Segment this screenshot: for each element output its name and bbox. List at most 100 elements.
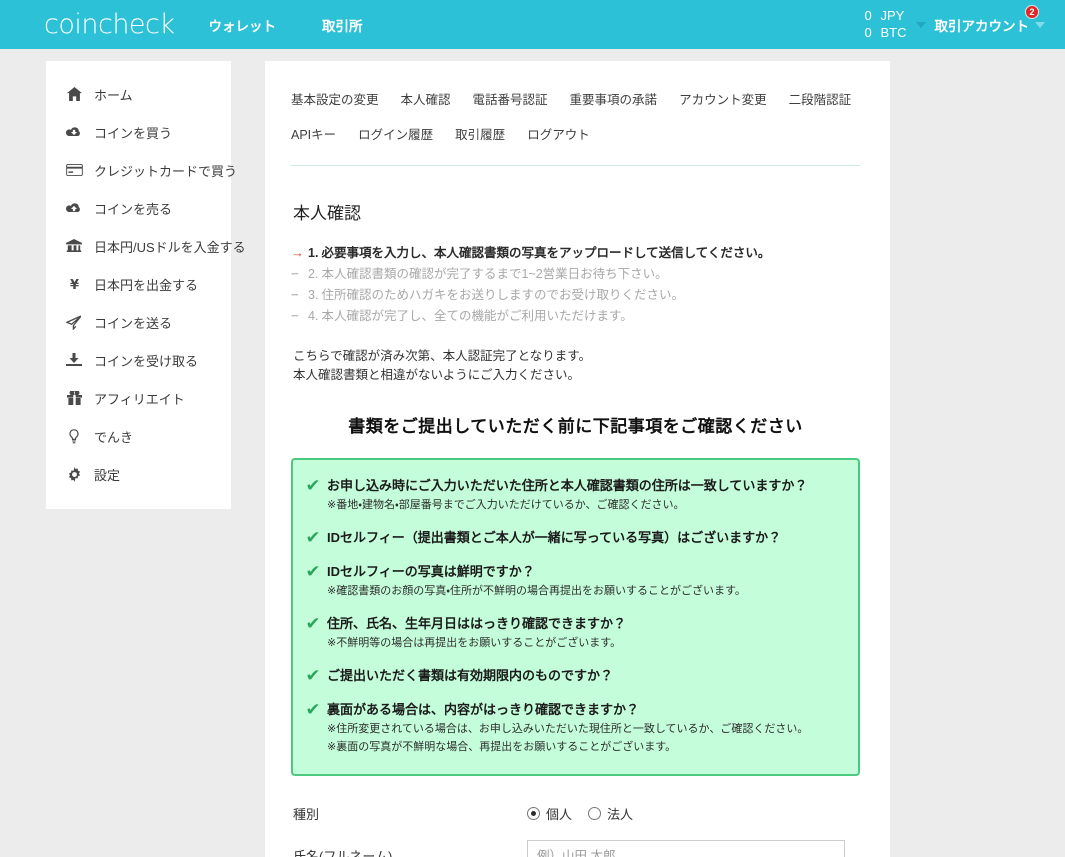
bank-icon xyxy=(63,239,85,253)
sidebar-label-buy-coin: コインを買う xyxy=(94,125,173,141)
nav-link-wallet[interactable]: ウォレット xyxy=(209,15,277,35)
step-number-1: 1. xyxy=(308,246,319,260)
step-item-1: → 1. 必要事項を入力し、本人確認書類の写真をアップロードして送信してください… xyxy=(291,243,864,263)
tab-account-change[interactable]: アカウント変更 xyxy=(679,89,767,108)
sidebar-item-affiliate[interactable]: アフィリエイト xyxy=(46,379,231,417)
tab-two-factor-auth[interactable]: 二段階認証 xyxy=(789,89,852,108)
tab-basic-settings[interactable]: 基本設定の変更 xyxy=(291,89,379,108)
checklist-item: ✔ 住所、氏名、生年月日ははっきり確認できますか？ ※不鮮明等の場合は再提出をお… xyxy=(303,614,844,652)
form-row-type: 種別 個人 法人 xyxy=(287,804,864,823)
sidebar-item-buy-coin[interactable]: コインを買う xyxy=(46,113,231,151)
fullname-input[interactable] xyxy=(527,840,845,857)
step-text-1: 必要事項を入力し、本人確認書類の写真をアップロードして送信してください。 xyxy=(321,246,771,260)
tab-trade-history[interactable]: 取引履歴 xyxy=(455,124,505,143)
paper-plane-icon xyxy=(63,314,85,330)
sidebar: ホーム コインを買う クレジットカードで買う コインを売る 日本円/USドルを入 xyxy=(46,61,246,509)
check-icon: ✔ xyxy=(305,700,321,719)
sidebar-item-receive-coin[interactable]: コインを受け取る xyxy=(46,341,231,379)
sidebar-label-deposit: 日本円/USドルを入金する xyxy=(94,239,246,255)
tab-login-history[interactable]: ログイン履歴 xyxy=(358,124,433,143)
check-icon: ✔ xyxy=(305,666,321,685)
sidebar-item-home[interactable]: ホーム xyxy=(46,75,231,113)
tab-api-key[interactable]: APIキー xyxy=(291,124,336,143)
radio-label-corporate: 法人 xyxy=(607,807,634,822)
step-item-4: − 4. 本人確認が完了し、全ての機能がご利用いただけます。 xyxy=(291,306,864,326)
home-icon xyxy=(63,87,85,101)
nav-link-exchange[interactable]: 取引所 xyxy=(322,15,363,35)
lead-line-1: こちらで確認が済み次第、本人認証完了となります。 xyxy=(293,349,592,363)
check-icon: ✔ xyxy=(305,614,321,633)
notification-badge[interactable]: 2 xyxy=(1025,4,1039,19)
check-icon: ✔ xyxy=(305,562,321,581)
radio-dot-corporate[interactable] xyxy=(588,807,602,820)
top-bar-right: 0 JPY 0 BTC 取引アカウント 2 xyxy=(865,4,1052,41)
account-menu[interactable]: 取引アカウント 2 xyxy=(935,4,1045,35)
sidebar-label-settings: 設定 xyxy=(94,467,121,483)
step-item-2: − 2. 本人確認書類の確認が完了するまで1~2営業日お待ち下さい。 xyxy=(291,264,864,284)
step-text-2: 本人確認書類の確認が完了するまで1~2営業日お待ち下さい。 xyxy=(321,267,668,281)
account-chevron-down-icon[interactable] xyxy=(1035,21,1045,28)
sidebar-label-home: ホーム xyxy=(94,87,133,103)
sidebar-item-deposit[interactable]: 日本円/USドルを入金する xyxy=(46,227,246,265)
sidebar-item-send-coin[interactable]: コインを送る xyxy=(46,303,231,341)
form-row-fullname: 氏名(フルネーム) xyxy=(287,840,864,857)
balance-amount-btc: 0 xyxy=(864,24,872,40)
radio-dot-individual[interactable] xyxy=(527,807,540,820)
cloud-upload-icon xyxy=(63,202,85,215)
page-layout: ホーム コインを買う クレジットカードで買う コインを売る 日本円/USドルを入 xyxy=(0,49,1065,857)
cloud-download-icon xyxy=(63,126,85,139)
checklist-item-title: 住所、氏名、生年月日ははっきり確認できますか？ xyxy=(327,616,627,631)
credit-card-icon xyxy=(63,164,85,176)
sidebar-item-sell-coin[interactable]: コインを売る xyxy=(46,189,231,227)
coincheck-logo[interactable]: coincheck xyxy=(44,11,175,38)
sidebar-label-sell-coin: コインを売る xyxy=(94,201,173,217)
checklist-item: ✔ IDセルフィーの写真は鮮明ですか？ ※確認書類のお顔の写真・住所が不鮮明の場… xyxy=(303,562,844,600)
tab-phone-verification[interactable]: 電話番号認証 xyxy=(473,89,548,108)
checklist-item-body: 住所、氏名、生年月日ははっきり確認できますか？ ※不鮮明等の場合は再提出をお願い… xyxy=(327,614,844,652)
checklist-item-note: ※確認書類のお顔の写真・住所が不鮮明の場合再提出をお願いすることがございます。 xyxy=(327,585,746,597)
type-radio-group: 個人 法人 xyxy=(527,804,633,823)
step-text-4: 本人確認が完了し、全ての機能がご利用いただけます。 xyxy=(321,309,633,323)
step-arrow-icon: → xyxy=(291,245,304,260)
check-icon: ✔ xyxy=(305,528,321,547)
form-label-type: 種別 xyxy=(293,807,320,822)
sidebar-item-settings[interactable]: 設定 xyxy=(46,455,231,493)
gift-icon xyxy=(63,391,85,405)
sidebar-label-receive-coin: コインを受け取る xyxy=(94,353,199,369)
radio-option-corporate[interactable]: 法人 xyxy=(588,804,633,823)
balance-row-jpy: 0 JPY xyxy=(865,8,907,24)
top-navigation-bar: coincheck ウォレット 取引所 0 JPY 0 BTC 取引アカウント 2 xyxy=(0,0,1065,49)
tab-important-matters[interactable]: 重要事項の承諾 xyxy=(570,89,658,108)
checklist-item: ✔ IDセルフィー（提出書類とご本人が一緒に写っている写真）はございますか？ xyxy=(303,528,844,548)
checklist-item-title: 裏面がある場合は、内容がはっきり確認できますか？ xyxy=(327,702,640,717)
tab-identity-verification[interactable]: 本人確認 xyxy=(401,89,451,108)
checklist-item-note: ※不鮮明等の場合は再提出をお願いすることがございます。 xyxy=(327,637,622,649)
sidebar-item-denki[interactable]: でんき xyxy=(46,417,231,455)
checklist-item: ✔ お申し込み時にご入力いただいた住所と本人確認書類の住所は一致していますか？ … xyxy=(303,476,844,514)
checklist-item-body: ご提出いただく書類は有効期限内のものですか？ xyxy=(327,666,844,686)
lead-line-2: 本人確認書類と相違がないようにご入力ください。 xyxy=(293,368,581,382)
checklist-item-title: IDセルフィーの写真は鮮明ですか？ xyxy=(327,564,535,579)
radio-option-individual[interactable]: 個人 xyxy=(527,804,572,823)
sidebar-item-withdraw[interactable]: ¥ 日本円を出金する xyxy=(46,265,231,303)
checklist-item-body: IDセルフィー（提出書類とご本人が一緒に写っている写真）はございますか？ xyxy=(327,528,844,548)
balance-chevron-down-icon[interactable] xyxy=(915,21,926,28)
lightbulb-icon xyxy=(63,428,85,444)
checklist-item: ✔ ご提出いただく書類は有効期限内のものですか？ xyxy=(303,666,844,686)
step-item-3: − 3. 住所確認のためハガキをお送りしますのでお受け取りください。 xyxy=(291,285,864,305)
sidebar-label-send-coin: コインを送る xyxy=(94,315,173,331)
step-dash-icon-2: − xyxy=(291,266,299,281)
step-dash-icon-4: − xyxy=(291,308,299,323)
checklist-item-body: お申し込み時にご入力いただいた住所と本人確認書類の住所は一致していますか？ ※番… xyxy=(327,476,844,514)
checklist-item-note: ※裏面の写真が不鮮明な場合、再提出をお願いすることがございます。 xyxy=(327,741,677,753)
lead-paragraph: こちらで確認が済み次第、本人認証完了となります。 本人確認書類と相違がないように… xyxy=(293,347,864,385)
balance-display: 0 JPY 0 BTC xyxy=(865,8,907,41)
sidebar-item-credit-card[interactable]: クレジットカードで買う xyxy=(46,151,237,189)
step-number-4: 4. xyxy=(308,309,319,323)
pre-submission-checklist: ✔ お申し込み時にご入力いただいた住所と本人確認書類の住所は一致していますか？ … xyxy=(291,458,860,776)
top-nav-links: ウォレット 取引所 xyxy=(209,15,363,35)
radio-label-individual: 個人 xyxy=(546,807,573,822)
tab-logout[interactable]: ログアウト xyxy=(527,124,590,143)
checklist-item-note: ※住所変更されている場合は、お申し込みいただいた現住所と一致しているか、ご確認く… xyxy=(327,723,809,735)
checklist-item-note: ※番地・建物名・部屋番号までご入力いただけているか、ご確認ください。 xyxy=(327,499,685,511)
